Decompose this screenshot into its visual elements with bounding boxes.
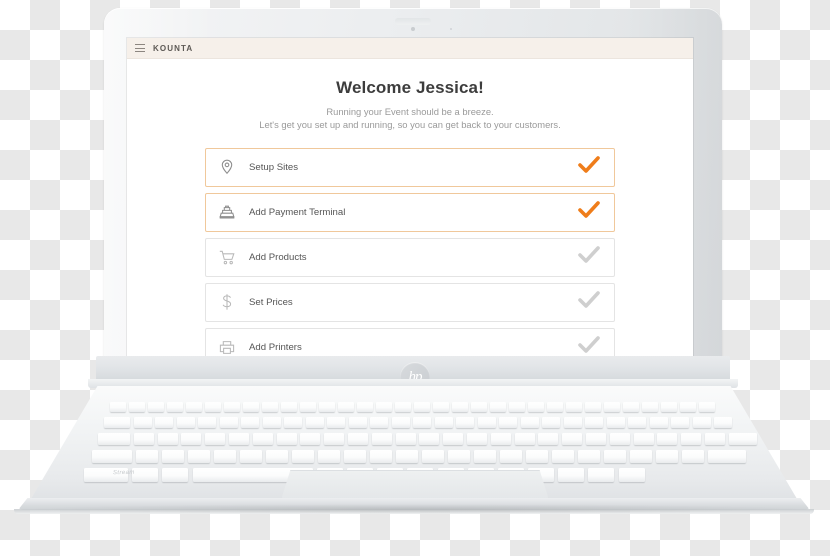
check-icon — [577, 200, 601, 225]
laptop-device: KOUNTA Welcome Jessica! Running your Eve… — [0, 0, 830, 556]
subtitle-line-2: Let's get you set up and running, so you… — [259, 119, 561, 131]
check-icon — [577, 290, 601, 315]
checklist-item-add-payment-terminal[interactable]: Add Payment Terminal — [205, 192, 615, 232]
onboarding-checklist: Setup Sites Add Payment Terminal Add Pro… — [205, 147, 615, 358]
checklist-item-label: Add Payment Terminal — [249, 206, 346, 218]
app-brand-title: KOUNTA — [153, 43, 194, 53]
page-subtitle: Running your Event should be a breeze. L… — [127, 105, 693, 132]
checklist-item-label: Setup Sites — [249, 161, 299, 173]
checklist-item-label: Add Printers — [249, 341, 302, 353]
laptop-screen: KOUNTA Welcome Jessica! Running your Eve… — [127, 38, 693, 358]
model-mark: Stream — [112, 469, 135, 477]
checklist-item-add-printers[interactable]: Add Printers — [205, 327, 615, 358]
dollar-sign-icon — [217, 292, 237, 312]
printer-icon — [217, 337, 237, 357]
trackpad[interactable] — [281, 470, 549, 500]
location-pin-icon — [217, 157, 237, 177]
app-content: Welcome Jessica! Running your Event shou… — [127, 59, 693, 358]
webcam-indicator-icon — [450, 28, 453, 30]
cash-register-icon — [217, 202, 237, 222]
check-icon — [577, 335, 601, 358]
checklist-item-set-prices[interactable]: Set Prices — [205, 282, 615, 322]
subtitle-line-1: Running your Event should be a breeze. — [326, 106, 494, 117]
checklist-item-add-products[interactable]: Add Products — [205, 237, 615, 277]
device-shadow — [20, 504, 810, 514]
hamburger-menu-icon[interactable] — [135, 44, 145, 52]
page-title: Welcome Jessica! — [336, 78, 484, 97]
checklist-item-label: Add Products — [249, 251, 307, 263]
check-icon — [577, 155, 601, 180]
checklist-item-setup-sites[interactable]: Setup Sites — [205, 147, 615, 187]
webcam-notch — [395, 18, 431, 25]
check-icon — [577, 245, 601, 270]
canvas: KOUNTA Welcome Jessica! Running your Eve… — [0, 0, 830, 556]
checklist-item-label: Set Prices — [249, 296, 293, 308]
app-header-bar: KOUNTA — [127, 38, 693, 59]
shopping-cart-icon — [217, 247, 237, 267]
webcam-icon — [411, 27, 415, 31]
